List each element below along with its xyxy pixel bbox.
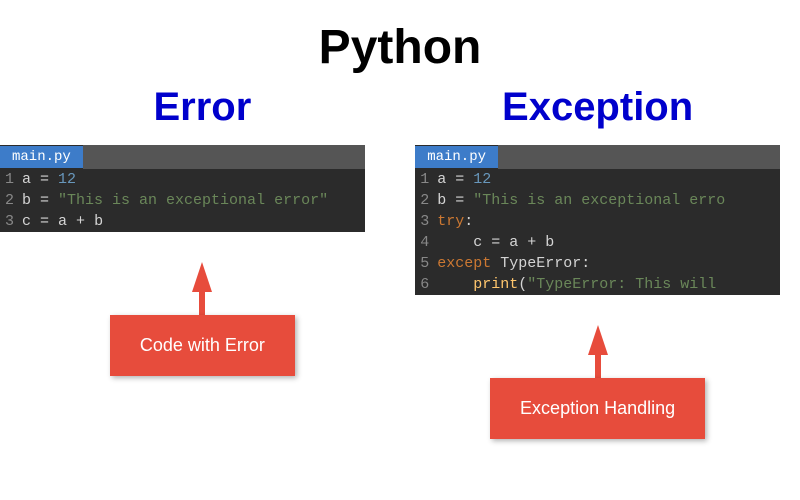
exception-heading: Exception [415, 75, 780, 145]
arrow-stem [199, 290, 205, 315]
error-code-editor: main.py 1a = 122b = "This is an exceptio… [0, 145, 365, 232]
code-content: b = "This is an exceptional error" [22, 192, 328, 209]
line-number: 1 [415, 171, 437, 188]
code-content: try: [437, 213, 473, 230]
line-number: 4 [415, 234, 437, 251]
code-content: c = a + b [22, 213, 103, 230]
arrow-stem [595, 353, 601, 378]
page-title: Python [0, 0, 800, 75]
code-content: except TypeError: [437, 255, 590, 272]
code-line: 4 c = a + b [415, 232, 780, 253]
line-number: 5 [415, 255, 437, 272]
comparison-columns: Error main.py 1a = 122b = "This is an ex… [0, 75, 800, 439]
line-number: 1 [0, 171, 22, 188]
exception-code-editor: main.py 1a = 122b = "This is an exceptio… [415, 145, 780, 295]
code-line: 6 print("TypeError: This will [415, 274, 780, 295]
editor-tab-bar: main.py [415, 145, 780, 169]
code-content: b = "This is an exceptional erro [437, 192, 725, 209]
line-number: 2 [415, 192, 437, 209]
error-callout-group: Code with Error [20, 262, 385, 376]
code-line: 3c = a + b [0, 211, 365, 232]
code-lines: 1a = 122b = "This is an exceptional erro… [0, 169, 365, 232]
exception-callout-group: Exception Handling [415, 325, 780, 439]
file-tab: main.py [415, 146, 498, 168]
code-lines: 1a = 122b = "This is an exceptional erro… [415, 169, 780, 295]
line-number: 3 [0, 213, 22, 230]
code-line: 2b = "This is an exceptional error" [0, 190, 365, 211]
error-heading: Error [20, 75, 385, 145]
line-number: 6 [415, 276, 437, 293]
code-line: 2b = "This is an exceptional erro [415, 190, 780, 211]
code-content: print("TypeError: This will [437, 276, 725, 293]
code-line: 3try: [415, 211, 780, 232]
code-content: a = 12 [437, 171, 491, 188]
error-callout: Code with Error [110, 315, 295, 376]
file-tab: main.py [0, 146, 83, 168]
line-number: 3 [415, 213, 437, 230]
editor-tab-bar: main.py [0, 145, 365, 169]
arrow-up-icon [588, 325, 608, 355]
line-number: 2 [0, 192, 22, 209]
tab-bar-rest [498, 145, 780, 169]
code-line: 1a = 12 [415, 169, 780, 190]
code-content: a = 12 [22, 171, 76, 188]
code-line: 1a = 12 [0, 169, 365, 190]
exception-callout: Exception Handling [490, 378, 705, 439]
tab-bar-rest [83, 145, 365, 169]
error-column: Error main.py 1a = 122b = "This is an ex… [20, 75, 385, 439]
code-content: c = a + b [437, 234, 554, 251]
arrow-up-icon [192, 262, 212, 292]
code-line: 5except TypeError: [415, 253, 780, 274]
exception-column: Exception main.py 1a = 122b = "This is a… [415, 75, 780, 439]
